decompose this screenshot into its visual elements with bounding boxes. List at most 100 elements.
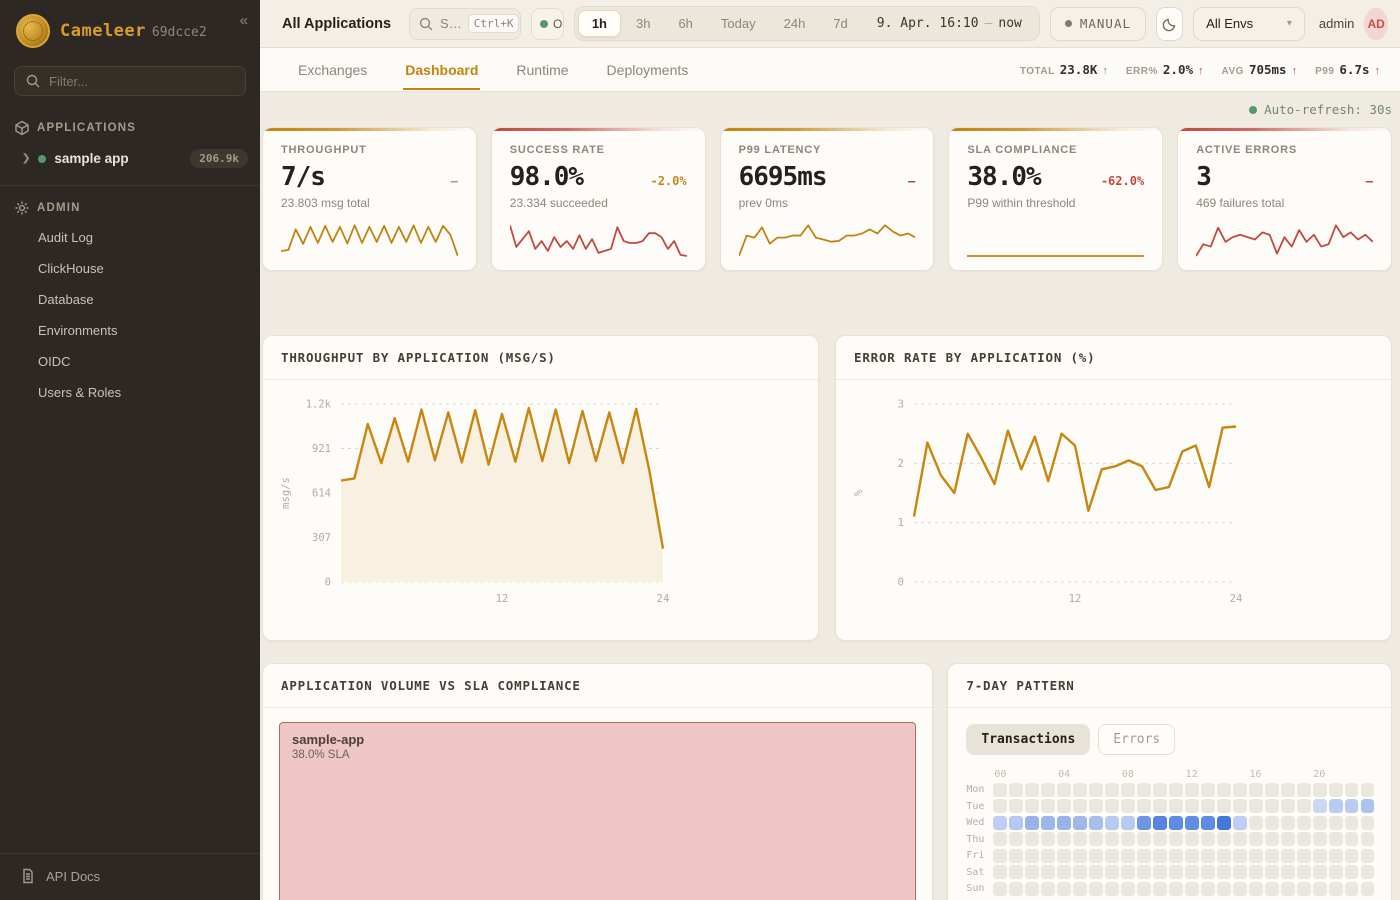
heatmap-cell — [1201, 865, 1214, 879]
error-rate-line-chart: 01231224% — [842, 388, 1386, 638]
time-range-24h[interactable]: 24h — [771, 11, 819, 36]
sidebar-item-database[interactable]: Database — [0, 284, 260, 315]
heatmap-cell — [1265, 799, 1278, 813]
sidebar-item-users-roles[interactable]: Users & Roles — [0, 377, 260, 408]
heatmap-cell — [1345, 849, 1358, 863]
heatmap-cell — [1201, 882, 1214, 896]
global-search[interactable]: S… Ctrl+K — [409, 8, 521, 40]
svg-text:%: % — [853, 489, 865, 496]
time-range-1h[interactable]: 1h — [578, 10, 621, 37]
heatmap-cell — [1361, 865, 1374, 879]
header-stats: TOTAL23.8K↑ ERR%2.0%↑ AVG705ms↑ P996.7s↑ — [1020, 62, 1380, 77]
heatmap-cell — [1137, 832, 1150, 846]
throughput-chart-card: THROUGHPUT BY APPLICATION (MSG/S) 030761… — [262, 335, 819, 641]
kpi-value: 6695ms — [739, 162, 827, 192]
heatmap-row: Sun — [966, 882, 1377, 896]
heatmap-cell — [1201, 849, 1214, 863]
heatmap-cell — [1025, 799, 1038, 813]
refresh-dot — [1249, 106, 1257, 114]
toggle-transactions[interactable]: Transactions — [966, 724, 1090, 755]
heatmap-cell — [1217, 865, 1230, 879]
heatmap-cell — [1153, 832, 1166, 846]
heatmap-cell — [1281, 882, 1294, 896]
sidebar-item-sample-app[interactable]: ❯ sample app 206.9k — [0, 142, 260, 175]
tab-exchanges[interactable]: Exchanges — [296, 50, 369, 90]
time-range-6h[interactable]: 6h — [665, 11, 705, 36]
heatmap-cell — [1185, 882, 1198, 896]
divider — [0, 185, 260, 186]
tab-dashboard[interactable]: Dashboard — [403, 50, 480, 90]
tab-deployments[interactable]: Deployments — [605, 50, 691, 90]
treemap-node-sample-app[interactable]: sample-app 38.0% SLA — [279, 722, 916, 900]
cube-icon — [14, 120, 30, 136]
gear-icon — [14, 200, 30, 216]
kpi-value: 98.0% — [510, 162, 583, 192]
heatmap-cell — [1297, 816, 1310, 830]
heatmap-hour-label: 12 — [1186, 769, 1250, 780]
heatmap-cell — [1009, 882, 1022, 896]
chevron-down-icon: ▾ — [1287, 18, 1292, 29]
applications-section-header: APPLICATIONS — [0, 110, 260, 142]
heatmap-cell — [1073, 849, 1086, 863]
sidebar-item-environments[interactable]: Environments — [0, 315, 260, 346]
sidebar-filter[interactable] — [14, 66, 246, 96]
heatmap-cell — [1297, 849, 1310, 863]
heatmap-cell — [1025, 849, 1038, 863]
admin-section-header: ADMIN — [0, 190, 260, 222]
heatmap-cell — [1345, 783, 1358, 797]
dark-mode-toggle[interactable] — [1156, 7, 1183, 41]
chevron-right-icon[interactable]: ❯ — [22, 153, 30, 164]
charts-row: THROUGHPUT BY APPLICATION (MSG/S) 030761… — [262, 335, 1392, 641]
manual-refresh-button[interactable]: MANUAL — [1050, 7, 1146, 41]
heatmap-cell — [1265, 849, 1278, 863]
sidebar-collapse-icon[interactable]: « — [240, 12, 248, 29]
heatmap-cell — [1313, 783, 1326, 797]
sidebar-item-api-docs[interactable]: API Docs — [0, 853, 260, 900]
heatmap-cell — [1345, 882, 1358, 896]
heatmap-cell — [1089, 783, 1102, 797]
heatmap-cell — [1297, 799, 1310, 813]
heatmap-cell — [1057, 799, 1070, 813]
heatmap-cell — [1105, 816, 1118, 830]
heatmap-cell — [1105, 783, 1118, 797]
heatmap-cell — [1249, 816, 1262, 830]
toggle-errors[interactable]: Errors — [1098, 724, 1175, 755]
sidebar-item-clickhouse[interactable]: ClickHouse — [0, 253, 260, 284]
error-rate-chart-card: ERROR RATE BY APPLICATION (%) 01231224% — [835, 335, 1392, 641]
heatmap-cell — [1121, 783, 1134, 797]
svg-text:12: 12 — [496, 593, 509, 605]
heatmap-cell — [1329, 849, 1342, 863]
heatmap-cell — [1217, 799, 1230, 813]
heatmap-day-label: Tue — [966, 801, 993, 812]
online-status-chip[interactable]: O — [531, 8, 564, 40]
time-display[interactable]: 9. Apr. 16:10–now — [863, 16, 1036, 31]
heatmap-cell — [1153, 849, 1166, 863]
heatmap-cell — [1249, 865, 1262, 879]
heatmap-cell — [1169, 799, 1182, 813]
filter-input[interactable] — [49, 74, 235, 89]
heatmap-cell — [1105, 865, 1118, 879]
tab-runtime[interactable]: Runtime — [514, 50, 570, 90]
heatmap-cell — [1345, 865, 1358, 879]
heatmap-day-label: Thu — [966, 834, 993, 845]
sidebar-item-audit-log[interactable]: Audit Log — [0, 222, 260, 253]
heatmap-cell — [1041, 832, 1054, 846]
heatmap: 000408121620 MonTueWedThuFriSatSun — [948, 765, 1391, 900]
heatmap-cell — [1025, 816, 1038, 830]
heatmap-cell — [1217, 832, 1230, 846]
sidebar-item-oidc[interactable]: OIDC — [0, 346, 260, 377]
env-select[interactable]: All Envs ▾ — [1193, 7, 1305, 41]
heatmap-cell — [1153, 865, 1166, 879]
time-range-3h[interactable]: 3h — [623, 11, 663, 36]
heatmap-cell — [1041, 849, 1054, 863]
heatmap-cell — [1233, 832, 1246, 846]
heatmap-cell — [993, 882, 1006, 896]
heatmap-cell — [1297, 832, 1310, 846]
stat-err: ERR%2.0%↑ — [1126, 62, 1204, 77]
avatar[interactable]: AD — [1364, 8, 1388, 40]
heatmap-cell — [1009, 832, 1022, 846]
time-range-7d[interactable]: 7d — [820, 11, 860, 36]
time-range-today[interactable]: Today — [708, 11, 769, 36]
heatmap-row: Sat — [966, 865, 1377, 879]
svg-text:12: 12 — [1069, 593, 1082, 605]
